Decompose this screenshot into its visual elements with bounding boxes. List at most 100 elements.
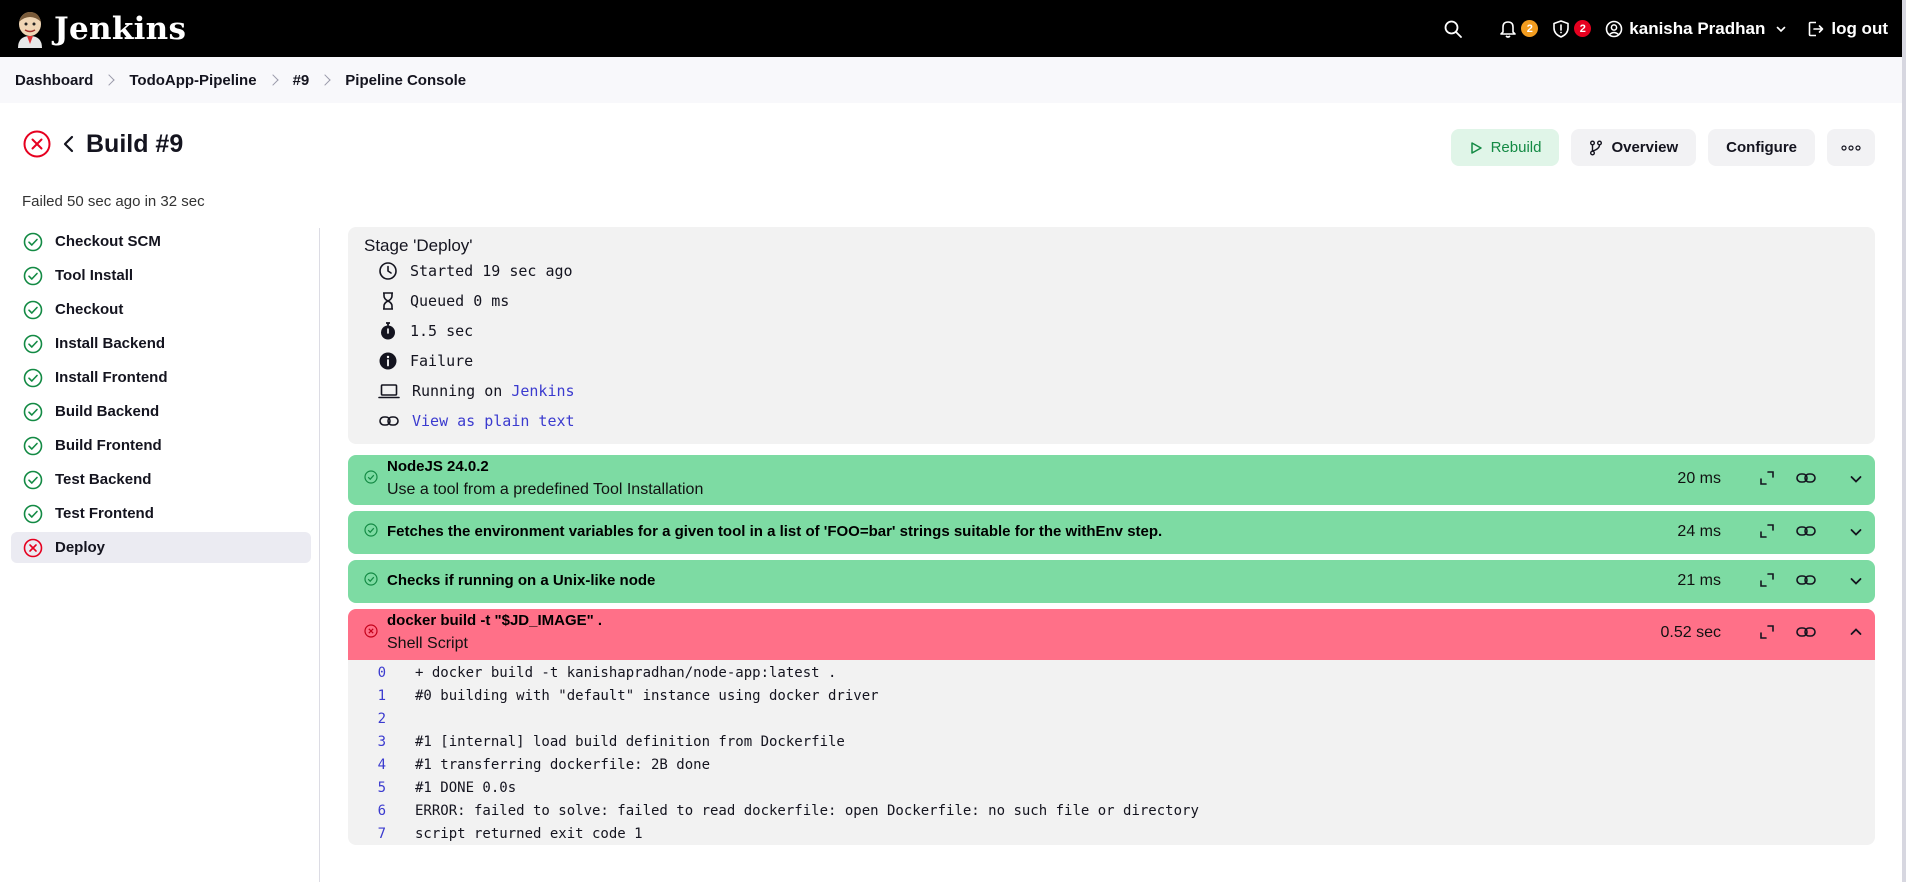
hourglass-icon — [383, 292, 393, 310]
more-actions-button[interactable] — [1827, 129, 1875, 166]
step-title: Checks if running on a Unix-like node — [387, 572, 656, 589]
overview-button[interactable]: Overview — [1571, 129, 1697, 166]
expand-icon[interactable] — [1759, 572, 1775, 588]
step-subtitle: Shell Script — [387, 635, 468, 652]
overview-label: Overview — [1611, 139, 1679, 156]
stage-build-frontend[interactable]: Build Frontend — [11, 430, 311, 461]
duration-text: 1.5 sec — [410, 322, 474, 340]
user-menu[interactable]: kanisha Pradhan — [1605, 19, 1787, 39]
chevron-down-icon[interactable] — [1849, 525, 1863, 539]
user-icon — [1605, 20, 1623, 37]
success-icon — [364, 523, 378, 537]
line-number[interactable]: 4 — [348, 757, 398, 773]
running-on-row: Running on Jenkins — [378, 381, 575, 401]
stage-deploy[interactable]: Deploy — [11, 532, 311, 563]
link-icon[interactable] — [1795, 572, 1817, 588]
stage-test-backend[interactable]: Test Backend — [11, 464, 311, 495]
expand-icon[interactable] — [1759, 523, 1775, 539]
log-text: + docker build -t kanishapradhan/node-ap… — [415, 664, 837, 681]
stage-label: Test Frontend — [55, 505, 154, 522]
log-line: 5 #1 DONE 0.0s — [348, 776, 517, 799]
chevron-up-icon[interactable] — [1849, 625, 1863, 639]
stage-checkout-scm[interactable]: Checkout SCM — [11, 226, 311, 257]
duration-row: 1.5 sec — [378, 321, 473, 341]
chevron-right-icon — [266, 74, 279, 86]
line-number[interactable]: 7 — [348, 826, 398, 842]
stage-checkout[interactable]: Checkout — [11, 294, 311, 325]
expand-icon[interactable] — [1759, 470, 1775, 486]
link-icon[interactable] — [1795, 523, 1817, 539]
success-icon — [23, 334, 43, 353]
stage-install-backend[interactable]: Install Backend — [11, 328, 311, 359]
failed-icon — [23, 538, 43, 557]
more-icon — [1841, 144, 1861, 151]
chevron-down-icon[interactable] — [1849, 574, 1863, 588]
chevron-right-icon — [319, 74, 331, 86]
link-icon — [379, 416, 399, 426]
logout-link[interactable]: log out — [1807, 19, 1888, 39]
success-icon — [23, 436, 43, 455]
stopwatch-icon — [381, 322, 395, 340]
view-plain-text-link[interactable]: View as plain text — [412, 412, 575, 430]
chevron-down-icon[interactable] — [1849, 472, 1863, 486]
failed-status-icon — [23, 130, 51, 158]
failed-icon — [364, 624, 378, 638]
expand-icon[interactable] — [1759, 624, 1775, 640]
line-number[interactable]: 1 — [348, 688, 398, 704]
log-text: ERROR: failed to solve: failed to read d… — [415, 802, 1199, 819]
stage-build-backend[interactable]: Build Backend — [11, 396, 311, 427]
app-name: Jenkins — [54, 10, 187, 47]
laptop-icon — [378, 384, 400, 399]
notifications-badge: 2 — [1521, 20, 1539, 37]
security-button[interactable]: 2 — [1552, 19, 1592, 38]
link-icon[interactable] — [1795, 470, 1817, 486]
stage-test-frontend[interactable]: Test Frontend — [11, 498, 311, 529]
link-icon[interactable] — [1795, 624, 1817, 640]
breadcrumb-build[interactable]: #9 — [293, 72, 310, 89]
result-row: Failure — [378, 351, 473, 371]
sidebar-divider — [319, 228, 320, 882]
log-line: 7 script returned exit code 1 — [348, 822, 643, 845]
page-title: Build #9 — [86, 129, 184, 158]
configure-button[interactable]: Configure — [1708, 129, 1815, 166]
node-link[interactable]: Jenkins — [511, 382, 574, 400]
stage-title: Stage 'Deploy' — [364, 236, 473, 255]
line-number[interactable]: 0 — [348, 665, 398, 681]
step-row[interactable]: NodeJS 24.0.2 Use a tool from a predefin… — [348, 455, 1875, 505]
log-line: 0 + docker build -t kanishapradhan/node-a… — [348, 661, 837, 684]
line-number[interactable]: 3 — [348, 734, 398, 750]
rebuild-button[interactable]: Rebuild — [1450, 129, 1560, 166]
running-on-prefix: Running on — [412, 382, 503, 400]
line-number[interactable]: 5 — [348, 780, 398, 796]
stages-sidebar: Checkout SCM Tool Install Checkout Insta… — [11, 226, 311, 566]
back-chevron-icon[interactable] — [60, 133, 78, 155]
line-number[interactable]: 6 — [348, 803, 398, 819]
step-subtitle: Use a tool from a predefined Tool Instal… — [387, 481, 704, 498]
success-icon — [23, 402, 43, 421]
step-row[interactable]: docker build -t "$JD_IMAGE" . Shell Scri… — [348, 609, 1875, 660]
log-line: 4 #1 transferring dockerfile: 2B done — [348, 753, 710, 776]
build-summary: Failed 50 sec ago in 32 sec — [22, 193, 205, 210]
line-number[interactable]: 2 — [348, 711, 398, 727]
page-scrollbar[interactable] — [1902, 0, 1906, 882]
log-text: #1 [internal] load build definition from… — [415, 733, 845, 750]
step-row[interactable]: Checks if running on a Unix-like node 21… — [348, 560, 1875, 603]
jenkins-logo[interactable]: Jenkins — [14, 10, 186, 48]
breadcrumb-job[interactable]: TodoApp-Pipeline — [129, 72, 256, 89]
build-title-row: Build #9 — [22, 129, 183, 159]
breadcrumb-current[interactable]: Pipeline Console — [345, 72, 466, 89]
breadcrumb-dashboard[interactable]: Dashboard — [15, 72, 93, 89]
search-button[interactable] — [1443, 19, 1463, 39]
step-duration: 21 ms — [1677, 572, 1721, 589]
shield-icon — [1553, 20, 1570, 38]
success-icon — [364, 470, 378, 484]
success-icon — [23, 504, 43, 523]
stage-install-frontend[interactable]: Install Frontend — [11, 362, 311, 393]
success-icon — [23, 470, 43, 489]
bell-icon — [1500, 21, 1517, 38]
stage-info-panel: Stage 'Deploy' Started 19 sec ago Queued… — [348, 227, 1875, 444]
stage-tool-install[interactable]: Tool Install — [11, 260, 311, 291]
step-row[interactable]: Fetches the environment variables for a … — [348, 511, 1875, 554]
notifications-button[interactable]: 2 — [1499, 19, 1539, 38]
queued-row: Queued 0 ms — [378, 291, 509, 311]
